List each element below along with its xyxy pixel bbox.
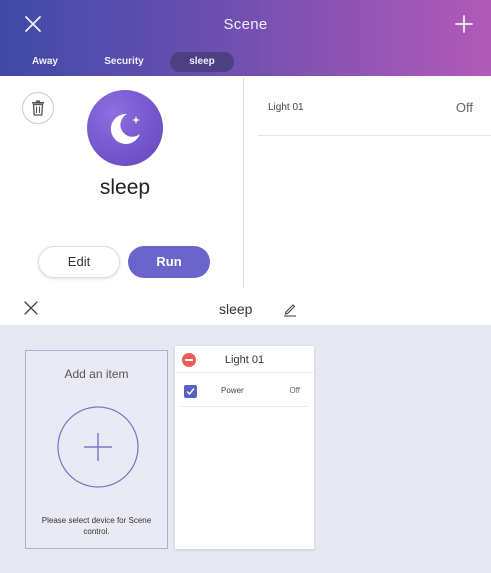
pencil-icon[interactable] [282, 301, 298, 317]
list-item[interactable]: Light 01 Off [244, 78, 491, 136]
scene-header: Scene Away Security sleep [0, 0, 491, 76]
divider [258, 135, 491, 136]
scene-name: sleep [99, 176, 151, 199]
run-button[interactable]: Run [128, 246, 210, 278]
close-icon[interactable] [24, 301, 38, 315]
power-checkbox[interactable] [184, 385, 197, 398]
edit-body: Add an item Please select device for Sce… [0, 326, 491, 573]
add-item-hint: Please select device for Scene control. [41, 516, 152, 536]
tab-sleep[interactable]: sleep [170, 52, 234, 72]
checkmark-icon [186, 388, 195, 396]
power-label: Power [221, 386, 244, 395]
edit-scene-screen: sleep Add an item Please select device f… [0, 289, 491, 573]
trash-icon [32, 100, 44, 116]
header-title: Scene [223, 16, 268, 33]
edit-title: sleep [219, 301, 253, 317]
power-state[interactable]: Off [289, 386, 300, 395]
device-card: Light 01 Power Off [175, 346, 314, 549]
edit-button[interactable]: Edit [38, 246, 120, 278]
add-item-title: Add an item [64, 367, 129, 381]
add-icon[interactable] [453, 13, 475, 35]
add-item-card[interactable]: Add an item Please select device for Sce… [25, 350, 168, 549]
moon-icon [110, 113, 140, 144]
device-state: Off [455, 100, 473, 115]
scene-device-list: Light 01 Off [244, 78, 491, 288]
tab-away[interactable]: Away [22, 52, 68, 72]
delete-scene-button[interactable] [22, 92, 54, 124]
tab-security[interactable]: Security [95, 52, 153, 72]
divider [175, 372, 314, 373]
scene-avatar [87, 90, 163, 166]
edit-header: sleep [0, 289, 491, 326]
divider [181, 406, 308, 407]
scene-screen: Scene Away Security sleep sleep Edit Run… [0, 0, 491, 288]
add-item-plus-icon[interactable] [56, 405, 140, 489]
device-card-title: Light 01 [224, 354, 265, 366]
device-name: Light 01 [268, 102, 304, 113]
